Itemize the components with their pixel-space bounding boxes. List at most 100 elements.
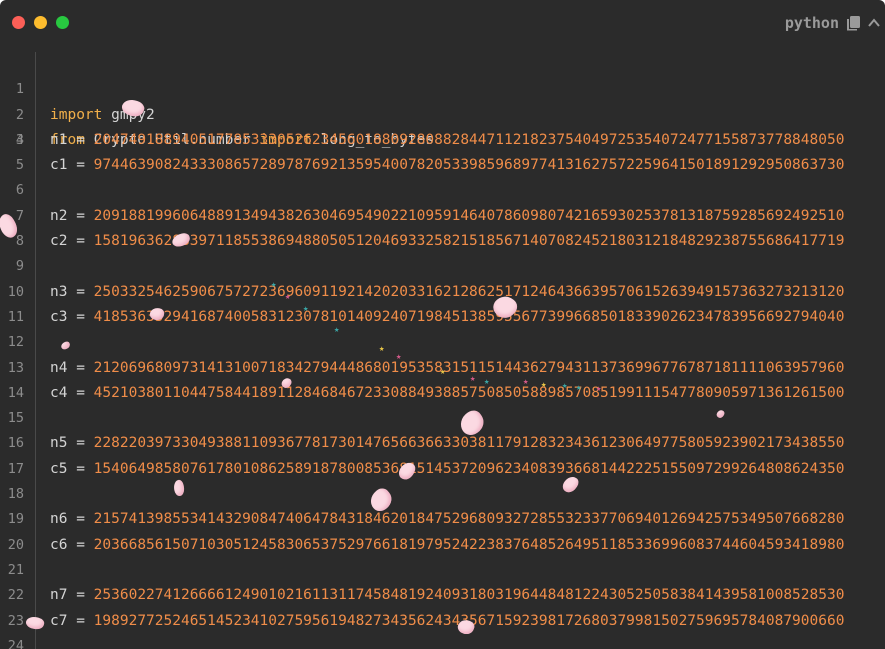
code-line: 18 [0, 482, 885, 507]
code-line: 21 [0, 558, 885, 583]
star-decoration: ★ [484, 377, 490, 387]
line-number: 17 [7, 460, 24, 477]
star-decoration: ★ [541, 380, 547, 390]
code-area: 1 import gmpy2 2 from Crypto.Util.number… [0, 52, 885, 649]
number-literal: 2091881996064889134943826304695490221095… [93, 207, 845, 224]
number-literal: 9744639082433308657289787692135954007820… [93, 157, 845, 174]
assign-operator: = [67, 536, 94, 553]
number-literal: 1581963628839711855386948805051204693325… [93, 233, 845, 250]
code-block-window: python 1 import gmpy2 2 from Crypto.Util… [0, 0, 885, 649]
chevron-up-icon[interactable] [866, 15, 882, 31]
star-decoration: ★ [285, 292, 291, 302]
code-line: 5 c1 = 9744639082433308657289787692135954… [0, 153, 885, 178]
variable-name: n5 [50, 435, 68, 452]
star-decoration: ★ [271, 280, 277, 290]
variable-name: c6 [50, 536, 68, 553]
code-line: 15 [0, 406, 885, 431]
variable-name: n3 [50, 283, 68, 300]
assign-operator: = [67, 460, 94, 477]
assign-operator: = [67, 612, 94, 629]
assign-operator: = [67, 283, 94, 300]
variable-name: c4 [50, 384, 68, 401]
line-number: 19 [7, 511, 24, 528]
variable-name: c5 [50, 460, 68, 477]
line-number: 14 [7, 384, 24, 401]
code-line: 20 c6 = 203668561507103051245830653752976… [0, 533, 885, 558]
code-line: 14 c4 = 452103801104475844189112846846723… [0, 381, 885, 406]
code-line: 8 c2 = 1581963628839711855386948805051204… [0, 229, 885, 254]
code-line: 6 [0, 178, 885, 203]
star-decoration: ★ [379, 344, 385, 354]
code-line: 16 n5 = 228220397330493881109367781730147… [0, 431, 885, 456]
assign-operator: = [67, 359, 94, 376]
number-literal: 2047491889405177853330526234560188092808… [93, 131, 845, 148]
line-number: 9 [15, 258, 24, 275]
variable-name: n4 [50, 359, 68, 376]
code-line: 11 c3 = 418536352941687400583123078101409… [0, 305, 885, 330]
line-number: 20 [7, 536, 24, 553]
copy-icon[interactable] [845, 15, 861, 31]
star-decoration: ★ [334, 325, 340, 335]
line-number: 10 [7, 283, 24, 300]
line-number: 22 [7, 587, 24, 604]
assign-operator: = [67, 511, 94, 528]
language-label: python [784, 14, 839, 32]
code-line: 22 n7 = 253602274126666124901021611311745… [0, 583, 885, 608]
assign-operator: = [67, 131, 94, 148]
assign-operator: = [67, 587, 94, 604]
variable-name: c3 [50, 308, 68, 325]
code-line: 7 n2 = 2091881996064889134943826304695490… [0, 204, 885, 229]
star-decoration: ★ [303, 304, 309, 314]
maximize-dot[interactable] [56, 16, 69, 29]
variable-name: n2 [50, 207, 68, 224]
assign-operator: = [67, 384, 94, 401]
variable-name: c7 [50, 612, 68, 629]
variable-name: n7 [50, 587, 68, 604]
code-line: 1 import gmpy2 [0, 52, 885, 122]
variable-name: c2 [50, 233, 68, 250]
line-number: 12 [7, 334, 24, 351]
code-line: 10 n3 = 250332546259067572723696091192142… [0, 280, 885, 305]
code-line: 9 [0, 254, 885, 279]
code-line: 23c7 = 198927725246514523410275956194827… [0, 609, 885, 634]
line-number: 4 [15, 131, 24, 148]
number-literal: 2157413985534143290847406478431846201847… [93, 511, 845, 528]
code-line: 24 [0, 634, 885, 649]
line-number: 23 [7, 612, 24, 629]
code-line: 2 from Crypto.Util.number import long_to… [0, 77, 885, 148]
line-number: 21 [7, 561, 24, 578]
line-number: 16 [7, 435, 24, 452]
number-literal: 2036685615071030512458306537529766181979… [93, 536, 845, 553]
code-line: 12 [0, 330, 885, 355]
line-number: 6 [15, 182, 24, 199]
line-number: 5 [15, 157, 24, 174]
code-line: 17 c5 = 154064985807617801086258918780085… [0, 457, 885, 482]
line-number: 11 [7, 308, 24, 325]
variable-name: n1 [50, 131, 68, 148]
number-literal: 2282203973304938811093677817301476566366… [93, 435, 845, 452]
line-number: 15 [7, 410, 24, 427]
line-number: 24 [7, 637, 24, 649]
number-literal: 4521038011044758441891128468467233088493… [93, 384, 845, 401]
code-line: 19 n6 = 215741398553414329084740647843184… [0, 507, 885, 532]
line-number: 18 [7, 486, 24, 503]
star-decoration: ★ [596, 384, 602, 394]
number-literal: 2503325462590675727236960911921420203316… [93, 283, 845, 300]
star-decoration: ★ [440, 367, 446, 377]
star-decoration: ★ [470, 374, 476, 384]
number-literal: 4185363529416874005831230781014092407198… [93, 308, 845, 325]
variable-name: c1 [50, 157, 68, 174]
star-decoration: ★ [576, 383, 582, 393]
star-decoration: ★ [523, 377, 529, 387]
star-decoration: ★ [562, 381, 568, 391]
minimize-dot[interactable] [34, 16, 47, 29]
line-number: 13 [7, 359, 24, 376]
number-literal: 2536022741266661249010216113117458481924… [93, 587, 845, 604]
assign-operator: = [67, 308, 94, 325]
variable-name: n6 [50, 511, 68, 528]
assign-operator: = [67, 157, 94, 174]
close-dot[interactable] [12, 16, 25, 29]
assign-operator: = [67, 435, 94, 452]
star-decoration: ★ [396, 352, 402, 362]
assign-operator: = [67, 233, 94, 250]
